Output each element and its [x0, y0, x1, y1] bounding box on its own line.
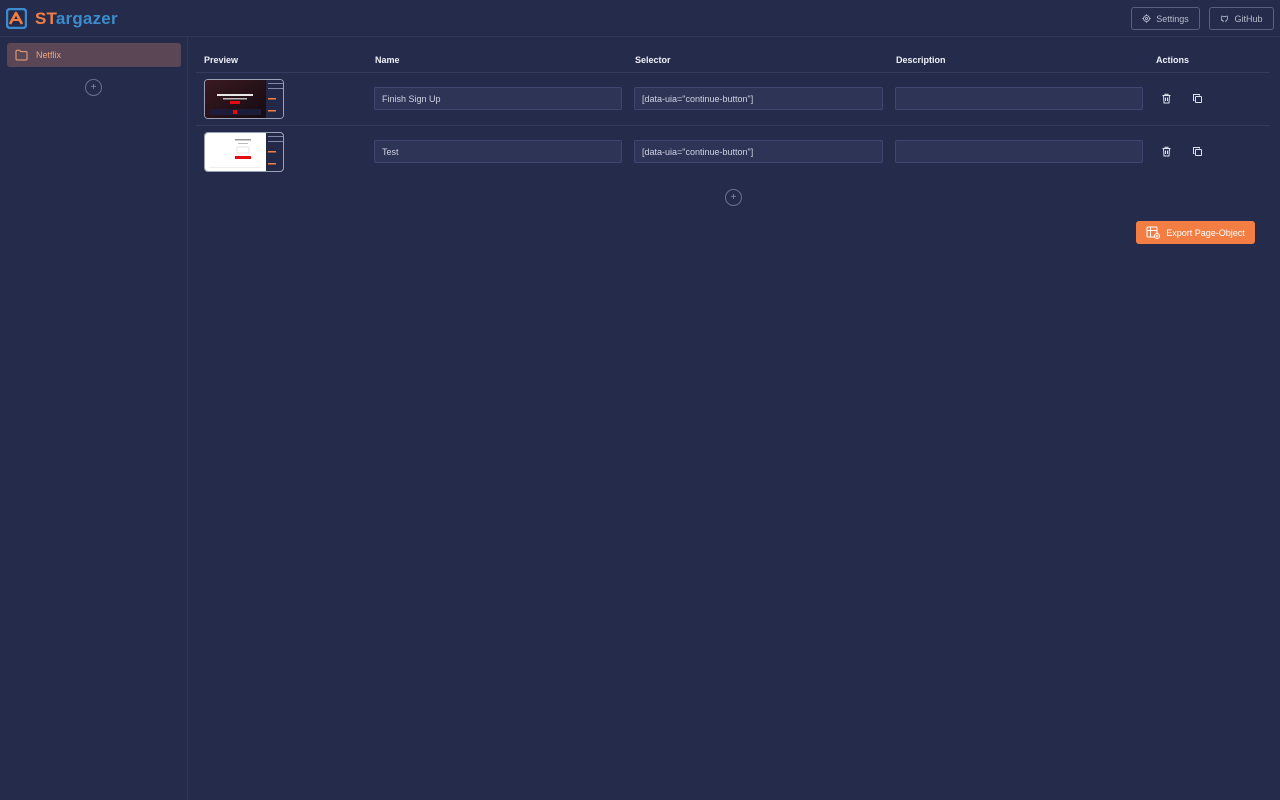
plus-icon: +	[90, 81, 97, 93]
github-button[interactable]: GitHub	[1209, 7, 1274, 30]
description-input[interactable]	[895, 87, 1143, 110]
name-input[interactable]	[374, 87, 622, 110]
sidebar: Netflix +	[0, 37, 188, 800]
table-row	[196, 72, 1270, 125]
name-input[interactable]	[374, 140, 622, 163]
column-header-description: Description	[896, 55, 946, 65]
copy-icon	[1193, 147, 1202, 156]
export-label: Export Page-Object	[1166, 227, 1245, 238]
app-header: STargazer Settings GitHub	[0, 0, 1280, 37]
column-header-actions: Actions	[1156, 55, 1190, 65]
sidebar-item-label: Netflix	[36, 50, 62, 60]
delete-button[interactable]	[1160, 92, 1173, 105]
table-add-icon	[1146, 226, 1161, 239]
brand-title: STargazer	[35, 9, 118, 28]
add-folder-button[interactable]: +	[85, 79, 102, 96]
folder-icon	[15, 49, 28, 61]
sidebar-item-netflix[interactable]: Netflix	[7, 43, 181, 67]
plus-icon: +	[730, 191, 737, 203]
stargazer-logo-icon	[6, 8, 27, 29]
settings-label: Settings	[1156, 13, 1189, 24]
selector-input[interactable]	[634, 87, 883, 110]
github-label: GitHub	[1234, 13, 1263, 24]
column-header-name: Name	[375, 55, 400, 65]
github-icon	[1221, 15, 1229, 23]
gear-icon	[1142, 14, 1151, 23]
column-header-preview: Preview	[204, 55, 239, 65]
trash-icon	[1162, 146, 1171, 157]
settings-button[interactable]: Settings	[1131, 7, 1200, 30]
preview-screenshot-light	[205, 133, 283, 171]
add-element-button[interactable]: +	[725, 189, 742, 206]
preview-thumbnail[interactable]	[204, 132, 284, 172]
trash-icon	[1162, 93, 1171, 104]
table-row	[196, 125, 1270, 178]
copy-icon	[1193, 94, 1202, 103]
selector-input[interactable]	[634, 140, 883, 163]
delete-button[interactable]	[1160, 145, 1173, 158]
duplicate-button[interactable]	[1191, 145, 1204, 158]
preview-thumbnail[interactable]	[204, 79, 284, 119]
export-page-object-button[interactable]: Export Page-Object	[1136, 221, 1255, 244]
duplicate-button[interactable]	[1191, 92, 1204, 105]
preview-screenshot-dark	[205, 80, 283, 118]
description-input[interactable]	[895, 140, 1143, 163]
column-header-selector: Selector	[635, 55, 671, 65]
